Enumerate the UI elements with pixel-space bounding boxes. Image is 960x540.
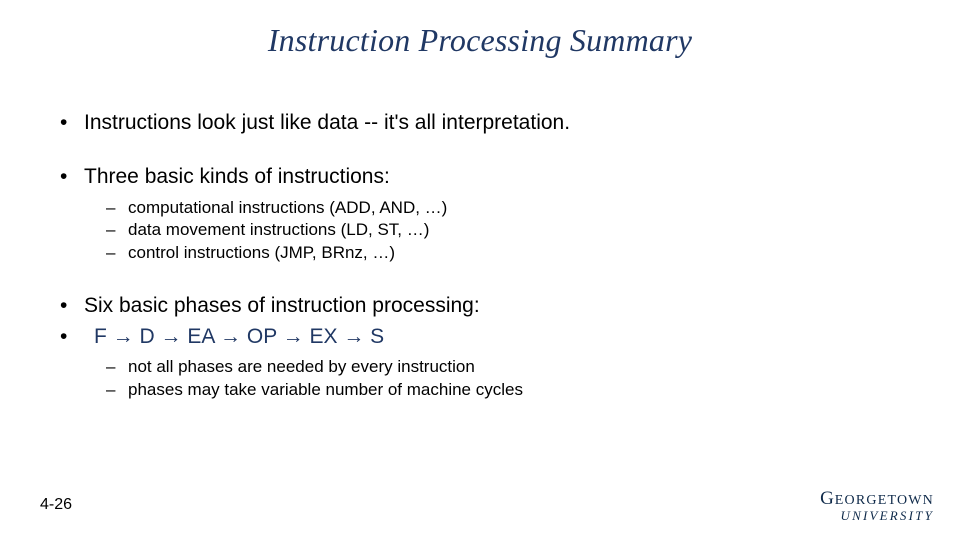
sub-bullet-item: computational instructions (ADD, AND, …) bbox=[106, 197, 900, 220]
sub-bullet-list: computational instructions (ADD, AND, …)… bbox=[106, 197, 900, 266]
bullet-item: Instructions look just like data -- it's… bbox=[60, 110, 900, 136]
georgetown-logo: GEORGETOWN UNIVERSITY bbox=[820, 489, 934, 522]
page-number: 4-26 bbox=[40, 496, 72, 514]
sub-bullet-item: control instructions (JMP, BRnz, …) bbox=[106, 242, 900, 265]
sub-bullet-list: not all phases are needed by every instr… bbox=[106, 356, 900, 402]
sub-bullet-item: data movement instructions (LD, ST, …) bbox=[106, 219, 900, 242]
slide-content: Instructions look just like data -- it's… bbox=[60, 110, 900, 430]
bullet-list: Instructions look just like data -- it's… bbox=[60, 110, 900, 402]
bullet-text: Three basic kinds of instructions: bbox=[84, 165, 390, 188]
sub-bullet-text: control instructions (JMP, BRnz, …) bbox=[128, 243, 395, 262]
logo-initial: G bbox=[820, 488, 835, 509]
bullet-item: F → D → EA → OP → EX → S not all phases … bbox=[60, 324, 900, 402]
bullet-text: Instructions look just like data -- it's… bbox=[84, 111, 570, 134]
bullet-item: Six basic phases of instruction processi… bbox=[60, 293, 900, 319]
bullet-item: Three basic kinds of instructions: compu… bbox=[60, 164, 900, 265]
logo-line1: GEORGETOWN bbox=[820, 489, 934, 508]
sub-bullet-text: not all phases are needed by every instr… bbox=[128, 357, 475, 376]
bullet-text: Six basic phases of instruction processi… bbox=[84, 294, 480, 317]
logo-line2: UNIVERSITY bbox=[820, 509, 934, 522]
sub-bullet-item: not all phases are needed by every instr… bbox=[106, 356, 900, 379]
sub-bullet-text: data movement instructions (LD, ST, …) bbox=[128, 220, 429, 239]
sub-bullet-item: phases may take variable number of machi… bbox=[106, 379, 900, 402]
slide: Instruction Processing Summary Instructi… bbox=[0, 0, 960, 540]
sub-bullet-text: phases may take variable number of machi… bbox=[128, 380, 523, 399]
phase-sequence: F → D → EA → OP → EX → S bbox=[84, 325, 384, 348]
slide-title: Instruction Processing Summary bbox=[0, 0, 960, 59]
logo-smallcaps: EORGETOWN bbox=[835, 493, 934, 508]
sub-bullet-text: computational instructions (ADD, AND, …) bbox=[128, 198, 447, 217]
